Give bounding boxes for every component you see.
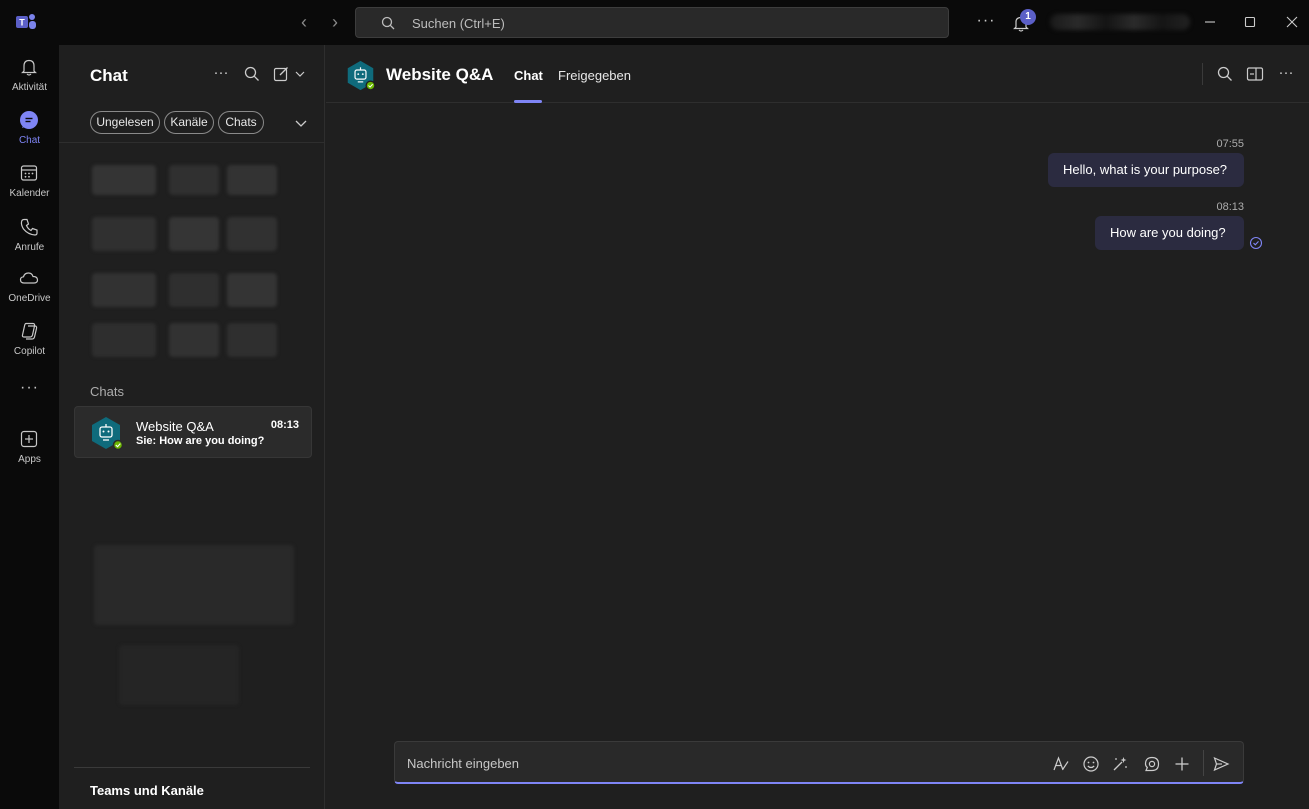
search-icon[interactable] [243,65,261,83]
rail-label: OneDrive [8,293,51,304]
bot-avatar-icon [347,60,376,91]
message-time: 07:55 [1216,138,1244,150]
title-bar: T ‹ › ··· 1 [0,0,1309,45]
copilot-compose-icon[interactable] [1111,755,1129,773]
rail-label: Chat [18,135,41,146]
chat-list-pane: Chat ··· Ungelesen Kanäle Chats Chats We… [59,45,325,809]
chat-item-time: 08:13 [270,419,299,431]
profile-area[interactable] [1050,14,1190,30]
svg-text:T: T [19,18,25,28]
chat-list-item[interactable]: Website Q&A 08:13 Sie: How are you doing… [74,406,312,458]
more-apps-button[interactable]: ··· [0,379,59,397]
tab-shared[interactable]: Freigegeben [558,68,631,83]
rail-label: Apps [18,454,41,465]
bell-icon [21,59,37,76]
apps-plus-icon [20,430,38,448]
minimize-icon[interactable] [1200,12,1220,32]
new-chat-icon[interactable] [272,65,308,83]
chats-section-label: Chats [90,384,124,399]
search-box[interactable] [355,7,949,38]
divider [74,767,310,768]
search-input[interactable] [412,14,912,32]
close-icon[interactable] [1282,12,1302,32]
teams-logo-icon: T [16,14,36,29]
rail-item-chat[interactable]: Chat [0,101,59,153]
back-arrow-icon[interactable]: ‹ [294,12,314,32]
rail-label: Copilot [13,346,46,357]
open-side-panel-icon[interactable] [1246,65,1264,83]
format-text-icon[interactable] [1052,755,1070,773]
message-composer [394,741,1244,784]
tab-chat[interactable]: Chat [514,68,543,83]
emoji-icon[interactable] [1082,755,1100,773]
message-bubble[interactable]: How are you doing? [1095,216,1244,250]
filter-channels-chip[interactable]: Kanäle [164,111,214,134]
cloud-icon [19,272,39,284]
active-tab-indicator [514,100,542,103]
add-plus-icon[interactable] [1173,755,1191,773]
chevron-down-icon[interactable] [293,115,309,131]
settings-more-button[interactable]: ··· [976,12,996,32]
send-icon[interactable] [1212,755,1230,773]
chat-icon [20,111,38,129]
divider [1202,63,1203,85]
chat-more-button[interactable]: ··· [1277,65,1295,83]
message-input[interactable] [407,754,1027,772]
read-receipt-icon [1249,236,1263,250]
bot-avatar-icon [92,417,123,450]
rail-item-calls[interactable]: Anrufe [0,208,59,260]
list-title: Chat [90,66,128,85]
rail-item-activity[interactable]: Aktivität [0,48,59,100]
maximize-icon[interactable] [1240,12,1260,32]
list-more-button[interactable]: ··· [212,65,230,83]
rail-label: Anrufe [14,242,45,253]
phone-icon [20,218,38,236]
copilot-icon [21,322,38,340]
teams-section-label[interactable]: Teams und Kanäle [90,783,204,798]
chat-item-preview: Sie: How are you doing? [136,435,265,447]
message-bubble[interactable]: Hello, what is your purpose? [1048,153,1244,187]
message-time: 08:13 [1216,201,1244,213]
divider [1203,750,1204,776]
rail-label: Kalender [9,188,50,199]
rail-item-apps[interactable]: Apps [0,420,59,472]
chat-item-name: Website Q&A [136,419,214,434]
rail-item-calendar[interactable]: Kalender [0,154,59,206]
notification-badge: 1 [1020,9,1036,25]
chat-main-area: Website Q&A Chat Freigegeben ··· 07:55 H… [326,45,1309,809]
filter-chats-chip[interactable]: Chats [218,111,264,134]
app-rail: Aktivität Chat Kalender Anrufe OneDrive [0,45,59,809]
chat-title: Website Q&A [386,65,494,84]
search-icon[interactable] [1216,65,1234,83]
rail-item-onedrive[interactable]: OneDrive [0,259,59,311]
chat-header: Website Q&A Chat Freigegeben ··· [326,45,1309,103]
rail-label: Aktivität [11,82,47,93]
divider [59,142,325,143]
filter-unread-chip[interactable]: Ungelesen [90,111,160,134]
loop-component-icon[interactable] [1143,755,1161,773]
rail-item-copilot[interactable]: Copilot [0,312,59,364]
calendar-icon [20,165,38,181]
forward-arrow-icon[interactable]: › [325,12,345,32]
search-icon [381,16,395,30]
